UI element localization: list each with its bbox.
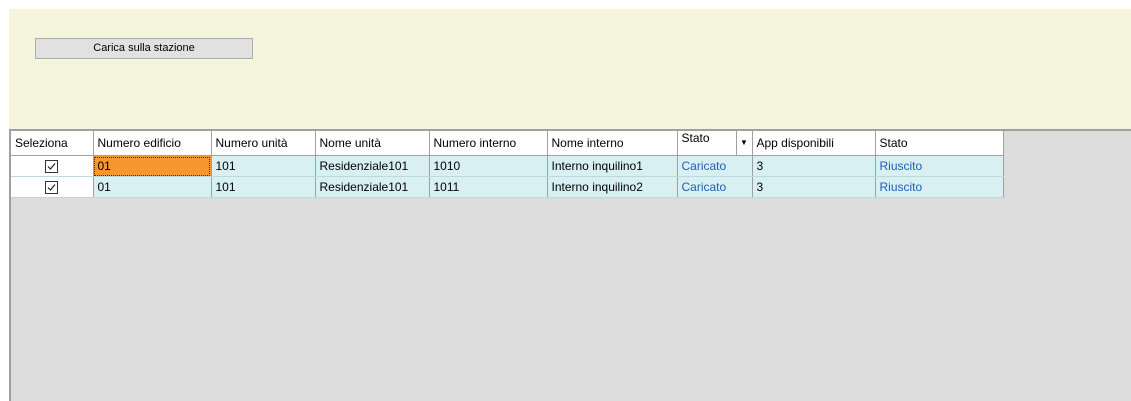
cell-app-disponibili[interactable]: 3 — [752, 176, 876, 198]
cell-stato-esito[interactable]: Riuscito — [875, 176, 1004, 198]
cell-stato-esito[interactable]: Riuscito — [875, 155, 1004, 177]
table-row[interactable]: 01 101 Residenziale101 1011 Interno inqu… — [11, 176, 1004, 198]
cell-numero-edificio[interactable]: 01 — [93, 155, 212, 177]
column-header-numero-interno[interactable]: Numero interno — [429, 131, 548, 156]
cell-nome-interno[interactable]: Interno inquilino2 — [547, 176, 678, 198]
select-checkbox-cell[interactable] — [11, 155, 94, 177]
column-header-stato[interactable]: Stato ▼ — [677, 131, 753, 156]
select-checkbox[interactable] — [45, 160, 59, 174]
data-grid-area: Seleziona Numero edificio Numero unità N… — [9, 129, 1131, 401]
cell-numero-interno[interactable]: 1010 — [429, 155, 548, 177]
cell-numero-edificio[interactable]: 01 — [93, 176, 212, 198]
cell-nome-unita[interactable]: Residenziale101 — [315, 176, 430, 198]
column-header-nome-interno[interactable]: Nome interno — [547, 131, 678, 156]
top-panel: Carica sulla stazione — [9, 9, 1131, 129]
cell-numero-unita[interactable]: 101 — [211, 176, 316, 198]
sort-down-icon[interactable]: ▼ — [735, 131, 752, 155]
cell-nome-unita[interactable]: Residenziale101 — [315, 155, 430, 177]
select-checkbox[interactable] — [45, 181, 59, 195]
column-header-nome-unita[interactable]: Nome unità — [315, 131, 430, 156]
cell-app-disponibili[interactable]: 3 — [752, 155, 876, 177]
grid-header-row: Seleziona Numero edificio Numero unità N… — [11, 131, 1004, 156]
checkmark-icon — [47, 163, 56, 171]
table-row[interactable]: 01 101 Residenziale101 1010 Interno inqu… — [11, 155, 1004, 177]
checkmark-icon — [47, 184, 56, 192]
cell-numero-unita[interactable]: 101 — [211, 155, 316, 177]
column-header-app-disponibili[interactable]: App disponibili — [752, 131, 876, 156]
cell-stato[interactable]: Caricato — [677, 155, 753, 177]
column-header-seleziona[interactable]: Seleziona — [11, 131, 94, 156]
column-header-stato-esito[interactable]: Stato — [875, 131, 1004, 156]
cell-numero-interno[interactable]: 1011 — [429, 176, 548, 198]
cell-nome-interno[interactable]: Interno inquilino1 — [547, 155, 678, 177]
column-header-stato-label: Stato — [681, 131, 710, 145]
cell-stato[interactable]: Caricato — [677, 176, 753, 198]
load-to-station-button[interactable]: Carica sulla stazione — [35, 38, 253, 59]
column-header-numero-edificio[interactable]: Numero edificio — [93, 131, 212, 156]
data-grid: Seleziona Numero edificio Numero unità N… — [11, 131, 1004, 198]
select-checkbox-cell[interactable] — [11, 176, 94, 198]
column-header-numero-unita[interactable]: Numero unità — [211, 131, 316, 156]
